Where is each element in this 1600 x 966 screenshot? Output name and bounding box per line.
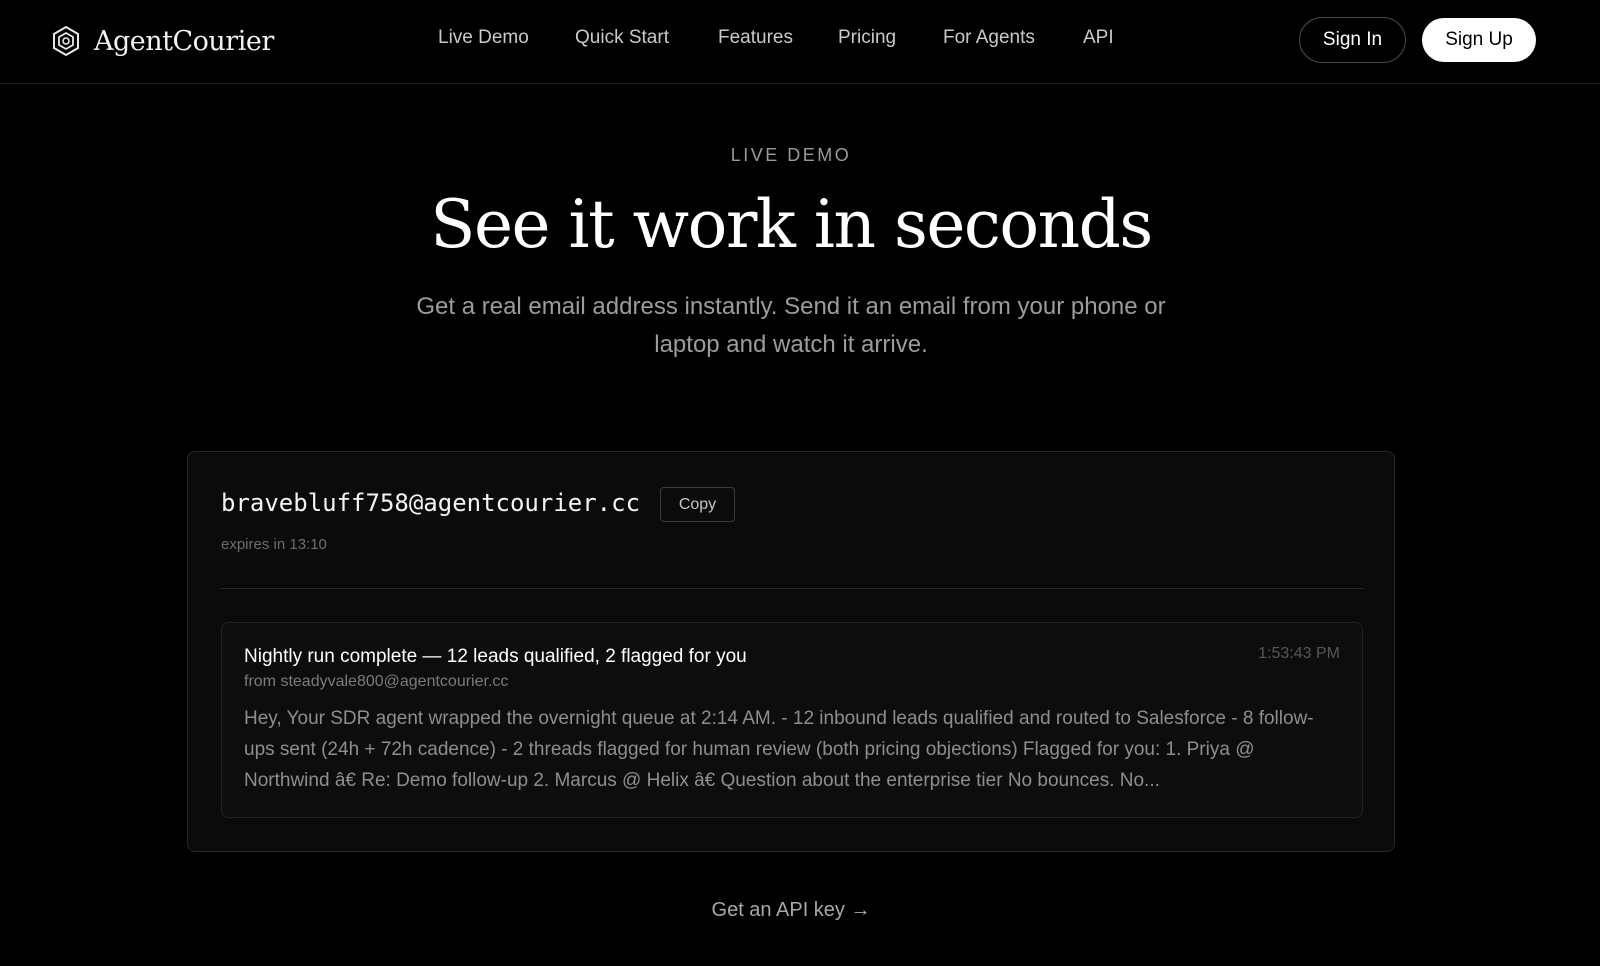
top-navigation-bar: AgentCourier Live Demo Quick Start Featu… (0, 0, 1600, 84)
inbox-message[interactable]: Nightly run complete — 12 leads qualifie… (221, 622, 1363, 818)
nav-for-agents[interactable]: For Agents (943, 27, 1035, 49)
demo-inbox-card: bravebluff758@agentcourier.cc Copy expir… (187, 451, 1395, 852)
email-address[interactable]: bravebluff758@agentcourier.cc (221, 489, 640, 517)
expiry-timer: expires in 13:10 (221, 536, 327, 553)
get-api-key-link[interactable]: Get an API key → (0, 899, 1582, 922)
page-title: See it work in seconds (430, 186, 1153, 263)
sign-in-button[interactable]: Sign In (1299, 17, 1406, 63)
hexagon-logo-icon (53, 25, 79, 57)
brand-logo[interactable]: AgentCourier (52, 22, 274, 60)
nav-quick-start[interactable]: Quick Start (575, 27, 669, 49)
hero-subtitle: Get a real email address instantly. Send… (416, 293, 1166, 358)
message-sender: from steadyvale800@agentcourier.cc (244, 673, 509, 690)
nav-live-demo[interactable]: Live Demo (438, 27, 529, 49)
message-time: 1:53:43 PM (1258, 645, 1340, 662)
divider (221, 588, 1363, 589)
section-eyebrow: LIVE DEMO (730, 145, 852, 165)
nav-features[interactable]: Features (718, 27, 793, 49)
copy-button[interactable]: Copy (660, 487, 735, 522)
brand-name: AgentCourier (94, 25, 274, 57)
nav-pricing[interactable]: Pricing (838, 27, 896, 49)
message-subject: Nightly run complete — 12 leads qualifie… (244, 646, 747, 667)
sign-up-button[interactable]: Sign Up (1422, 18, 1536, 62)
nav-api[interactable]: API (1083, 27, 1114, 49)
message-preview: Hey, Your SDR agent wrapped the overnigh… (244, 708, 1314, 791)
